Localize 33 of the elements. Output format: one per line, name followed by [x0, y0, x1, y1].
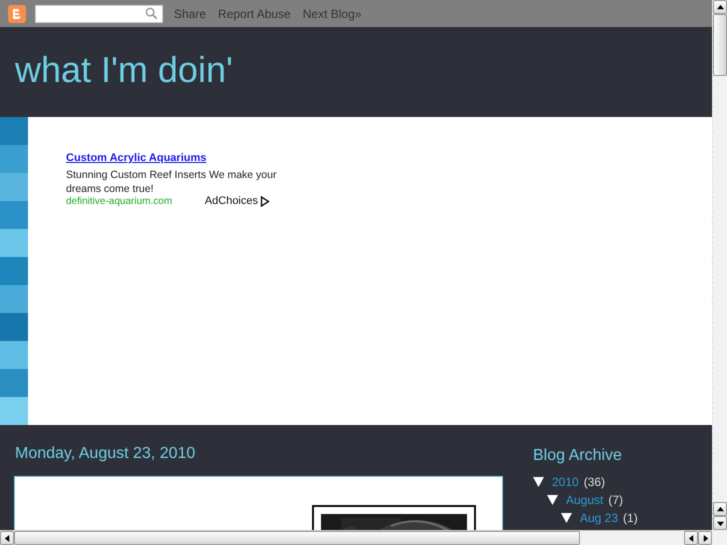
arrow-icon [4, 534, 10, 542]
archive-link[interactable]: Aug 23 [580, 509, 618, 527]
scrollbar-thumb[interactable] [713, 14, 727, 76]
post-count: (7) [608, 492, 624, 509]
scroll-right-button[interactable] [698, 531, 712, 545]
collapse-triangle-icon[interactable] [547, 495, 558, 505]
adchoices-link[interactable]: AdChoices [204, 195, 258, 207]
blogger-logo-icon[interactable] [8, 4, 26, 22]
scroll-down-button[interactable] [713, 516, 727, 530]
scroll-left-button[interactable] [0, 531, 14, 545]
sidebar-heading: Blog Archive [533, 447, 623, 466]
navbar-link[interactable]: Next Blog» [302, 6, 362, 20]
archive-link[interactable]: 2010 [552, 473, 579, 491]
scrollbar-thumb[interactable] [14, 531, 580, 545]
post-date: Monday, August 23, 2010 [15, 445, 196, 464]
search-icon[interactable] [145, 7, 158, 20]
ad-link[interactable]: Custom Acrylic Aquariums [66, 152, 206, 164]
collapse-triangle-icon[interactable] [561, 513, 572, 523]
post-count: (36) [584, 474, 606, 491]
search-field[interactable] [35, 4, 163, 22]
scroll-left-button[interactable] [684, 531, 698, 545]
blog-title: what I'm doin' [15, 49, 234, 91]
collapse-triangle-icon[interactable] [533, 477, 544, 487]
play-icon[interactable] [260, 196, 270, 206]
navbar-link[interactable]: Share [174, 6, 206, 20]
post-count: (1) [623, 510, 638, 527]
scroll-up-button[interactable] [713, 502, 727, 516]
ad-text: Stunning Custom Reef Inserts We make your dreams come true! [66, 168, 278, 196]
scroll-up-button[interactable] [713, 0, 727, 14]
arrow-icon [716, 4, 724, 10]
navbar-link[interactable]: Report Abuse [218, 6, 291, 20]
ad-url[interactable]: definitive-aquarium.com [66, 196, 172, 208]
archive-link[interactable]: August [566, 491, 604, 509]
